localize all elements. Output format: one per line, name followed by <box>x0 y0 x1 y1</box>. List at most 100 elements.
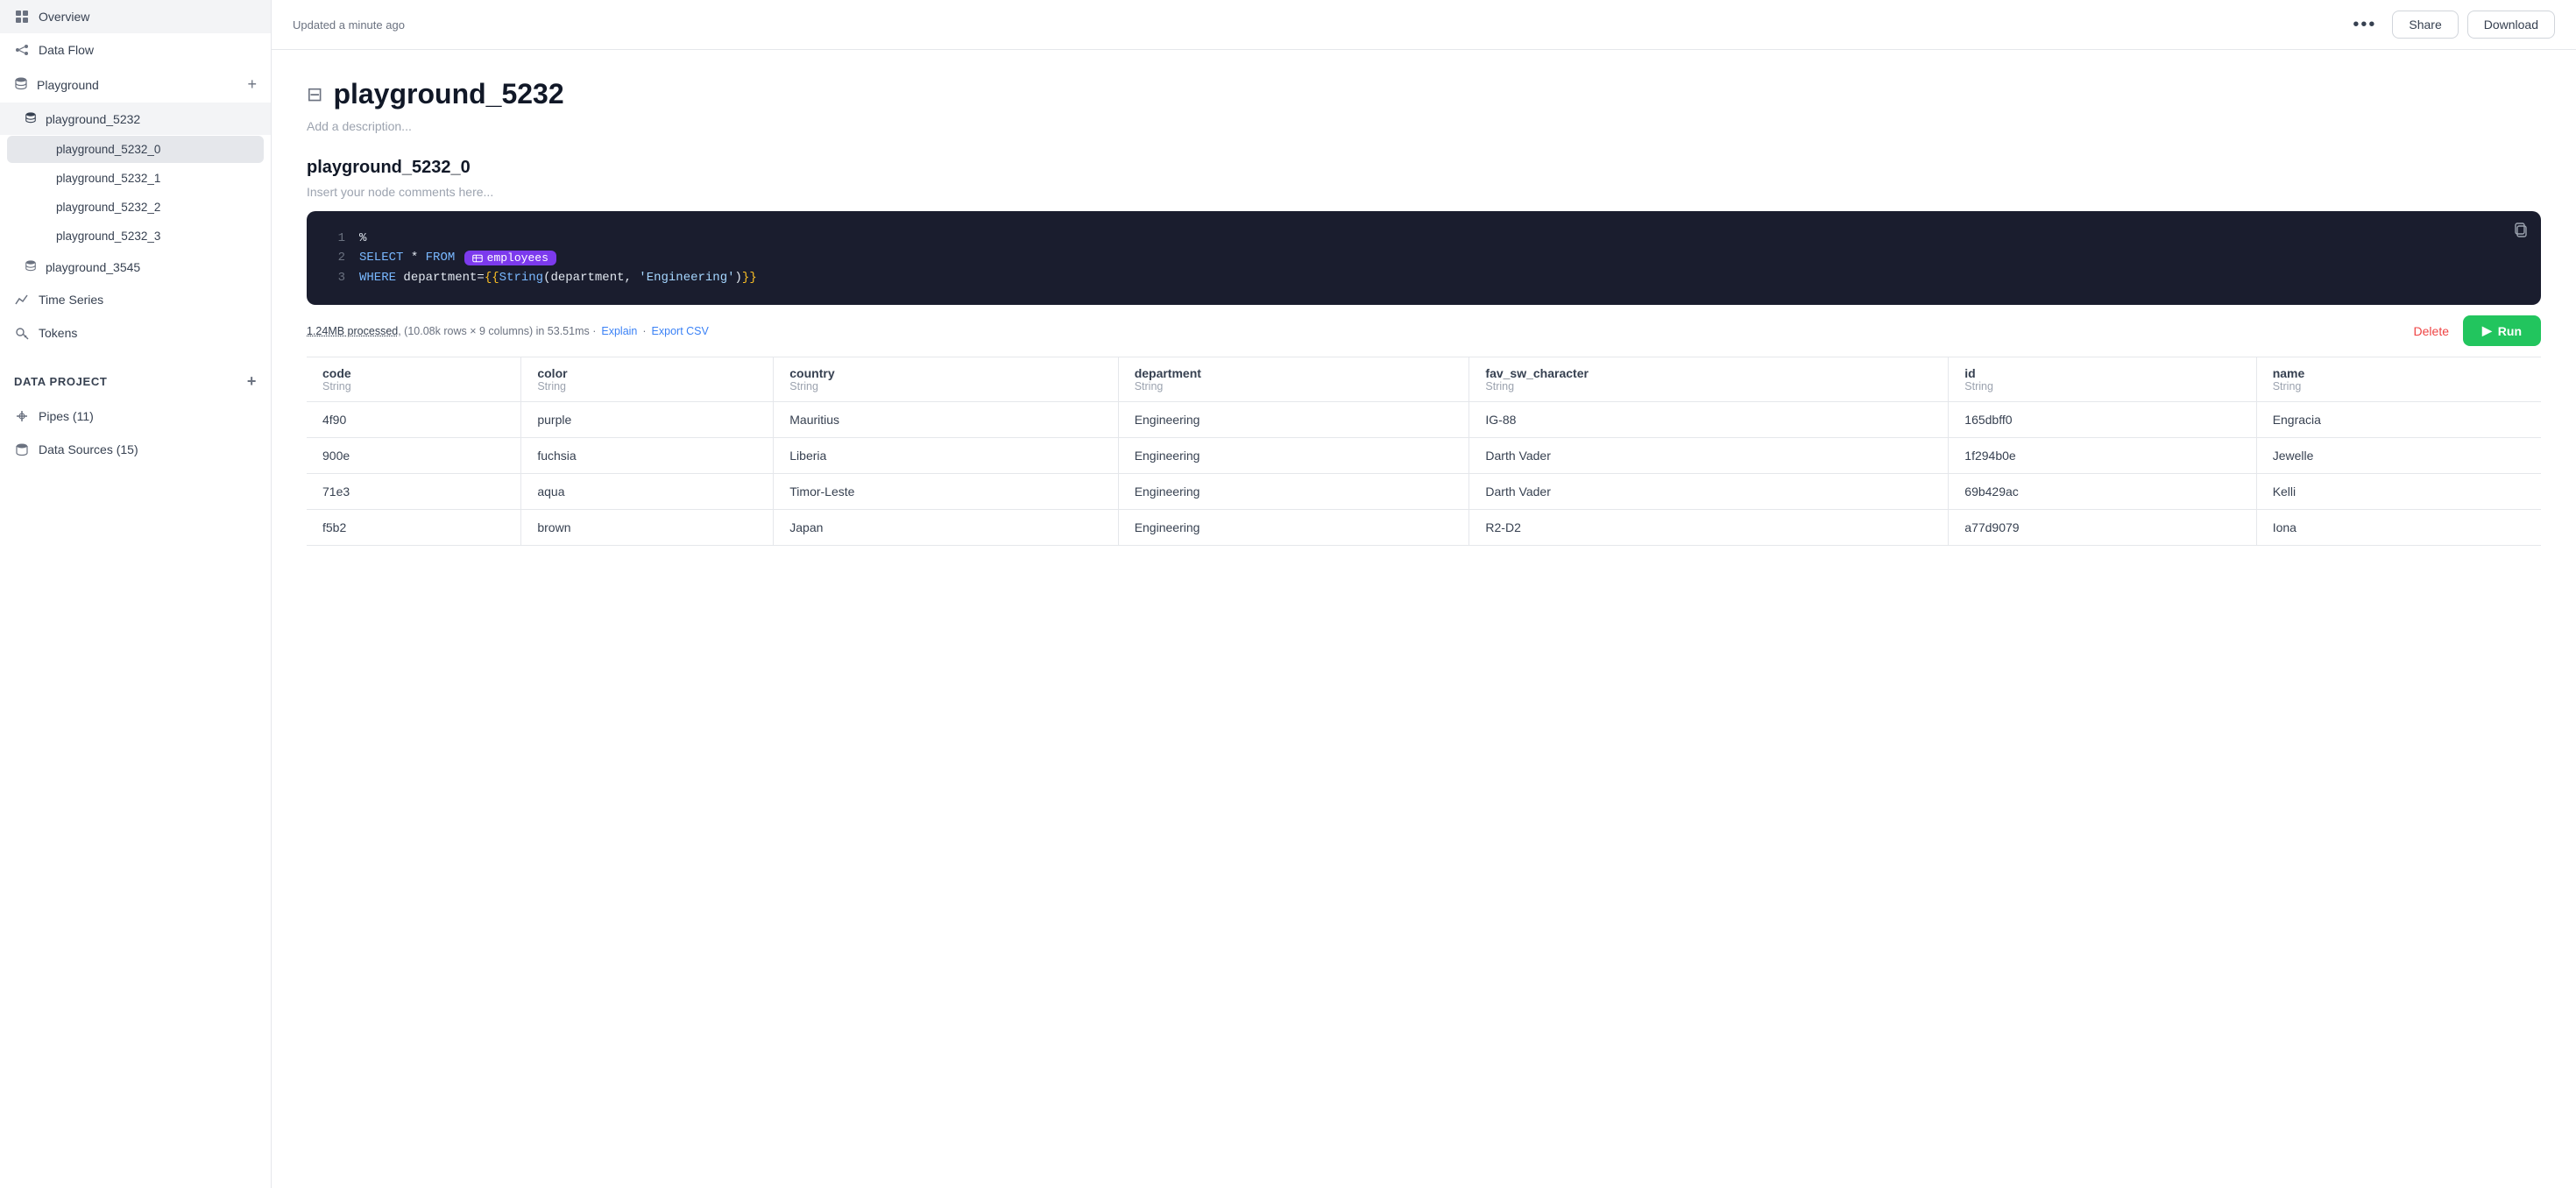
run-button[interactable]: ▶ Run <box>2463 315 2541 346</box>
table-row: f5b2brownJapanEngineeringR2-D2a77d9079Io… <box>307 510 2541 546</box>
cell-name: Engracia <box>2256 402 2541 438</box>
col-header-fav-sw-character: fav_sw_characterString <box>1469 357 1949 402</box>
share-button[interactable]: Share <box>2392 11 2458 39</box>
data-project-section-header: DATA PROJECT + <box>0 364 271 400</box>
sidebar-item-label: Data Sources (15) <box>39 442 138 456</box>
table-row: 900efuchsiaLiberiaEngineeringDarth Vader… <box>307 438 2541 474</box>
sidebar: Overview Data Flow Playground + playgrou… <box>0 0 272 1188</box>
sidebar-item-label: Time Series <box>39 293 103 307</box>
main-content: Updated a minute ago ••• Share Download … <box>272 0 2576 1188</box>
run-label: Run <box>2498 324 2522 338</box>
col-header-color: colorString <box>521 357 774 402</box>
node-description[interactable]: Insert your node comments here... <box>307 185 2541 199</box>
sidebar-item-time-series[interactable]: Time Series <box>0 283 271 316</box>
cell-code: 900e <box>307 438 521 474</box>
results-bar: 1.24MB processed, (10.08k rows × 9 colum… <box>307 305 2541 357</box>
results-meta-group: 1.24MB processed, (10.08k rows × 9 colum… <box>307 325 709 337</box>
cell-country: Liberia <box>774 438 1118 474</box>
flow-icon <box>14 42 30 58</box>
node-section: playground_5232_0 Insert your node comme… <box>307 158 2541 546</box>
add-data-project-button[interactable]: + <box>247 372 257 391</box>
col-header-country: countryString <box>774 357 1118 402</box>
sidebar-item-playground-5232-0[interactable]: playground_5232_0 <box>7 136 264 163</box>
sidebar-item-label: playground_5232_0 <box>56 143 160 156</box>
explain-link[interactable]: Explain <box>601 325 637 337</box>
db-small-icon <box>14 442 30 457</box>
sidebar-item-label: Overview <box>39 10 89 24</box>
chart-icon <box>14 292 30 308</box>
cell-name: Iona <box>2256 510 2541 546</box>
cell-department: Engineering <box>1118 438 1469 474</box>
db-icon <box>25 259 37 274</box>
copy-code-button[interactable] <box>2513 222 2529 242</box>
playground-title-icon: ⊟ <box>307 83 322 106</box>
cell-id: 165dbff0 <box>1949 402 2256 438</box>
updated-text: Updated a minute ago <box>293 18 405 32</box>
cell-color: brown <box>521 510 774 546</box>
code-line-3: 3 WHERE department= {{ String (departmen… <box>307 268 2541 287</box>
sidebar-item-label: Data Flow <box>39 43 94 57</box>
page-content: ⊟ playground_5232 Add a description... p… <box>272 50 2576 574</box>
sidebar-item-pipes[interactable]: Pipes (11) <box>0 400 271 433</box>
sidebar-item-data-flow[interactable]: Data Flow <box>0 33 271 67</box>
data-project-label: DATA PROJECT <box>14 375 108 388</box>
results-meta: 1.24MB processed, (10.08k rows × 9 colum… <box>307 325 596 337</box>
code-line-2: 2 SELECT * FROM employees <box>307 248 2541 268</box>
sidebar-item-label: Pipes (11) <box>39 409 94 423</box>
sidebar-item-playground-5232-3[interactable]: playground_5232_3 <box>7 223 264 250</box>
topbar: Updated a minute ago ••• Share Download <box>272 0 2576 50</box>
grid-icon <box>14 9 30 25</box>
more-options-button[interactable]: ••• <box>2346 11 2383 39</box>
cell-fav_sw_character: Darth Vader <box>1469 438 1949 474</box>
sidebar-item-playground-5232-2[interactable]: playground_5232_2 <box>7 194 264 221</box>
delete-button[interactable]: Delete <box>2414 324 2449 338</box>
cell-department: Engineering <box>1118 402 1469 438</box>
sidebar-item-playground-3545[interactable]: playground_3545 <box>0 251 271 283</box>
cell-id: 69b429ac <box>1949 474 2256 510</box>
sidebar-item-tokens[interactable]: Tokens <box>0 316 271 350</box>
cell-fav_sw_character: IG-88 <box>1469 402 1949 438</box>
code-editor[interactable]: 1 % 2 SELECT * FROM employees <box>307 211 2541 305</box>
node-title: playground_5232_0 <box>307 158 2541 178</box>
cell-code: 71e3 <box>307 474 521 510</box>
sidebar-item-label: playground_5232 <box>46 112 140 126</box>
col-header-code: codeString <box>307 357 521 402</box>
page-title-row: ⊟ playground_5232 <box>307 78 2541 110</box>
sidebar-item-label: Tokens <box>39 326 77 340</box>
cell-color: aqua <box>521 474 774 510</box>
sidebar-item-label: playground_5232_2 <box>56 201 160 214</box>
download-button[interactable]: Download <box>2467 11 2555 39</box>
run-play-icon: ▶ <box>2482 323 2492 338</box>
sidebar-item-label: playground_5232_1 <box>56 172 160 185</box>
cell-id: 1f294b0e <box>1949 438 2256 474</box>
cell-country: Mauritius <box>774 402 1118 438</box>
cell-fav_sw_character: Darth Vader <box>1469 474 1949 510</box>
page-description[interactable]: Add a description... <box>307 119 2541 133</box>
add-playground-button[interactable]: + <box>247 75 257 94</box>
sidebar-item-playground-5232[interactable]: playground_5232 <box>0 103 271 135</box>
cell-id: a77d9079 <box>1949 510 2256 546</box>
table-tag: employees <box>464 251 556 265</box>
cell-name: Jewelle <box>2256 438 2541 474</box>
cell-color: purple <box>521 402 774 438</box>
table-header-row: codeString colorString countryString dep… <box>307 357 2541 402</box>
sidebar-item-playground-5232-1[interactable]: playground_5232_1 <box>7 165 264 192</box>
sidebar-item-overview[interactable]: Overview <box>0 0 271 33</box>
db-icon <box>14 76 28 93</box>
col-header-id: idString <box>1949 357 2256 402</box>
export-csv-link[interactable]: Export CSV <box>652 325 709 337</box>
table-row: 71e3aquaTimor-LesteEngineeringDarth Vade… <box>307 474 2541 510</box>
sidebar-item-data-sources[interactable]: Data Sources (15) <box>0 433 271 466</box>
sidebar-item-label: playground_5232_3 <box>56 230 160 243</box>
results-table: codeString colorString countryString dep… <box>307 357 2541 546</box>
sidebar-playground-header: Playground + <box>0 67 271 103</box>
cell-country: Japan <box>774 510 1118 546</box>
col-header-name: nameString <box>2256 357 2541 402</box>
topbar-actions: ••• Share Download <box>2346 11 2555 39</box>
results-actions: Delete ▶ Run <box>2414 315 2541 346</box>
table-row: 4f90purpleMauritiusEngineeringIG-88165db… <box>307 402 2541 438</box>
cell-name: Kelli <box>2256 474 2541 510</box>
cell-fav_sw_character: R2-D2 <box>1469 510 1949 546</box>
processed-text: 1.24MB processed <box>307 325 398 337</box>
pipe-icon <box>14 408 30 424</box>
